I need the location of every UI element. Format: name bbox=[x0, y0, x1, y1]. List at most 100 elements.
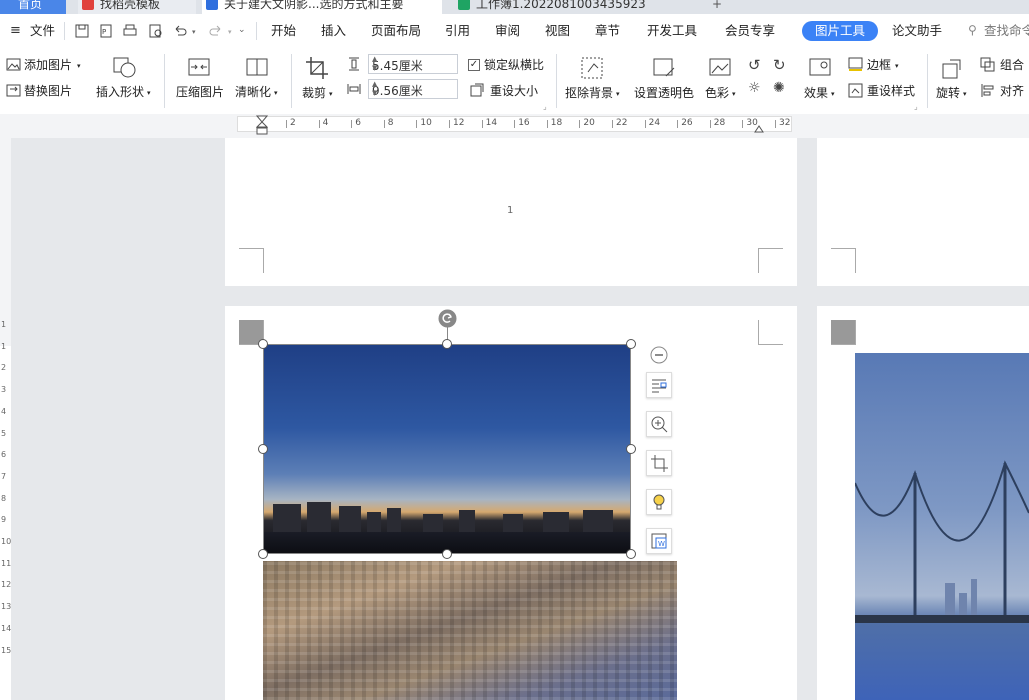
menu-view[interactable]: 视图 bbox=[545, 23, 570, 39]
print-preview-icon[interactable] bbox=[148, 24, 164, 38]
group-button[interactable]: 组合 bbox=[1000, 58, 1024, 72]
more-tools-icon[interactable]: ⌄ bbox=[238, 25, 246, 35]
menu-file[interactable]: 文件 bbox=[30, 23, 55, 39]
menu-review[interactable]: 审阅 bbox=[495, 23, 520, 39]
insert-shape-button[interactable]: 插入形状 bbox=[96, 85, 144, 99]
vertical-ruler[interactable]: 1 1 2 3 4 5 6 7 8 9 10 11 12 13 14 15 bbox=[0, 138, 11, 700]
effects-button[interactable]: 效果 bbox=[804, 86, 828, 100]
height-input[interactable]: 5.45厘米 ▲ ▼ bbox=[368, 54, 458, 74]
add-image-dropdown-icon[interactable]: ▾ bbox=[77, 59, 81, 73]
tab-home[interactable]: 首页 bbox=[0, 0, 66, 14]
redo-dropdown-icon[interactable]: ▾ bbox=[228, 28, 232, 36]
image-city-rooftops[interactable] bbox=[263, 561, 677, 700]
export-pdf-icon[interactable]: P bbox=[98, 24, 114, 38]
zoom-in-icon bbox=[651, 416, 668, 433]
remove-background-dropdown-icon[interactable]: ▾ bbox=[616, 87, 620, 101]
save-icon[interactable] bbox=[74, 24, 90, 38]
resize-handle-left[interactable] bbox=[258, 444, 268, 454]
divider bbox=[556, 54, 557, 108]
menu-developer[interactable]: 开发工具 bbox=[647, 23, 697, 39]
rotate-left-icon[interactable]: ↺ bbox=[748, 56, 761, 74]
add-image-button[interactable]: 添加图片 bbox=[24, 58, 72, 72]
rotate-button[interactable]: 旋转 bbox=[936, 86, 960, 100]
menu-chapter[interactable]: 章节 bbox=[595, 23, 620, 39]
menu-page-layout[interactable]: 页面布局 bbox=[371, 23, 421, 39]
set-transparent-color-button[interactable]: 设置透明色 bbox=[634, 86, 694, 100]
collapse-toolbar-icon[interactable] bbox=[650, 346, 668, 364]
width-stepper-icon[interactable]: ▲ ▼ bbox=[372, 80, 454, 98]
resize-handle-bottom-right[interactable] bbox=[626, 549, 636, 559]
style-dialog-launcher-icon[interactable]: ⌟ bbox=[914, 100, 918, 114]
remove-background-button[interactable]: 抠除背景 bbox=[565, 86, 613, 100]
undo-dropdown-icon[interactable]: ▾ bbox=[192, 28, 196, 36]
reset-style-button[interactable]: 重设样式 bbox=[867, 84, 915, 98]
ruler-tick-label: 10 bbox=[420, 118, 432, 128]
rotate-handle-icon[interactable] bbox=[438, 309, 457, 328]
tab-spreadsheet[interactable]: 工作簿1.2022081003435923 bbox=[454, 0, 694, 14]
set-transparent-color-icon bbox=[653, 58, 675, 77]
crop-image-button[interactable] bbox=[646, 450, 672, 476]
sharpen-button[interactable]: 清晰化 bbox=[235, 85, 271, 99]
menu-references[interactable]: 引用 bbox=[445, 23, 470, 39]
command-search[interactable]: 查找命令 bbox=[984, 23, 1029, 39]
undo-icon[interactable] bbox=[172, 24, 188, 38]
crop-dropdown-icon[interactable]: ▾ bbox=[329, 87, 333, 101]
color-dropdown-icon[interactable]: ▾ bbox=[732, 87, 736, 101]
ruler-tick-label: 16 bbox=[518, 118, 530, 128]
crop-button[interactable]: 裁剪 bbox=[302, 86, 326, 100]
indent-marker-icon[interactable] bbox=[256, 115, 268, 135]
resize-handle-top-left[interactable] bbox=[258, 339, 268, 349]
menu-member[interactable]: 会员专享 bbox=[725, 23, 775, 39]
group-icon bbox=[980, 57, 995, 72]
ruler-tick-mark bbox=[644, 120, 646, 128]
insert-shape-dropdown-icon[interactable]: ▾ bbox=[147, 86, 151, 100]
tab-document[interactable]: 关于建大文阴影...选的方式和主要 bbox=[202, 0, 442, 14]
menu-start[interactable]: 开始 bbox=[271, 23, 296, 39]
vertical-ruler-tick-label: 4 bbox=[1, 406, 7, 416]
align-icon bbox=[981, 84, 994, 97]
resize-handle-top[interactable] bbox=[442, 339, 452, 349]
effects-dropdown-icon[interactable]: ▾ bbox=[831, 87, 835, 101]
compress-image-button[interactable]: 压缩图片 bbox=[176, 85, 224, 99]
wrap-text-button[interactable] bbox=[646, 372, 672, 398]
tab-template[interactable]: 找稻壳模板 bbox=[78, 0, 196, 14]
lock-ratio-checkbox[interactable]: ✓ bbox=[468, 59, 480, 71]
align-button[interactable]: 对齐 bbox=[1000, 84, 1024, 98]
vertical-ruler-tick-label: 6 bbox=[1, 450, 7, 460]
rotate-right-icon[interactable]: ↻ bbox=[773, 56, 786, 74]
resize-handle-top-right[interactable] bbox=[626, 339, 636, 349]
rotate-dropdown-icon[interactable]: ▾ bbox=[963, 87, 967, 101]
menu-thesis-assistant[interactable]: 论文助手 bbox=[892, 23, 942, 39]
border-dropdown-icon[interactable]: ▾ bbox=[895, 59, 899, 73]
print-icon[interactable] bbox=[122, 24, 138, 38]
resize-handle-bottom[interactable] bbox=[442, 549, 452, 559]
image-to-text-button[interactable]: W bbox=[646, 528, 672, 554]
smart-tips-button[interactable] bbox=[646, 489, 672, 515]
size-dialog-launcher-icon[interactable]: ⌟ bbox=[543, 100, 547, 114]
menu-insert[interactable]: 插入 bbox=[321, 23, 346, 39]
height-stepper-icon[interactable]: ▲ ▼ bbox=[372, 55, 454, 73]
ruler-tick-mark bbox=[318, 120, 320, 128]
contrast-icon[interactable]: ✺ bbox=[773, 80, 785, 96]
zoom-image-button[interactable] bbox=[646, 411, 672, 437]
rotate-icon bbox=[942, 59, 961, 79]
menu-picture-tools[interactable]: 图片工具 bbox=[802, 21, 879, 41]
resize-handle-right[interactable] bbox=[626, 444, 636, 454]
image-bridge[interactable] bbox=[855, 353, 1029, 700]
redo-icon[interactable] bbox=[208, 24, 224, 38]
brightness-icon[interactable]: ☼ bbox=[748, 80, 761, 96]
border-button[interactable]: 边框 bbox=[867, 58, 891, 72]
ruler-track[interactable]: 2 4 6 8 10 12 14 16 18 20 22 24 26 28 30 32 bbox=[237, 115, 792, 135]
resize-handle-bottom-left[interactable] bbox=[258, 549, 268, 559]
width-input[interactable]: 9.56厘米 ▲ ▼ bbox=[368, 79, 458, 99]
vertical-ruler-tick-label: 2 bbox=[1, 363, 7, 373]
ruler-tick-label: 12 bbox=[453, 118, 465, 128]
reset-size-button[interactable]: 重设大小 bbox=[490, 84, 538, 98]
ruler-tick-mark bbox=[514, 120, 516, 128]
new-tab-button[interactable]: + bbox=[708, 0, 728, 14]
corner-mark bbox=[758, 320, 783, 345]
ruler-tick-label: 24 bbox=[648, 118, 661, 128]
replace-image-button[interactable]: 替换图片 bbox=[24, 84, 72, 98]
color-button[interactable]: 色彩 bbox=[705, 86, 729, 100]
sharpen-dropdown-icon[interactable]: ▾ bbox=[274, 86, 278, 100]
